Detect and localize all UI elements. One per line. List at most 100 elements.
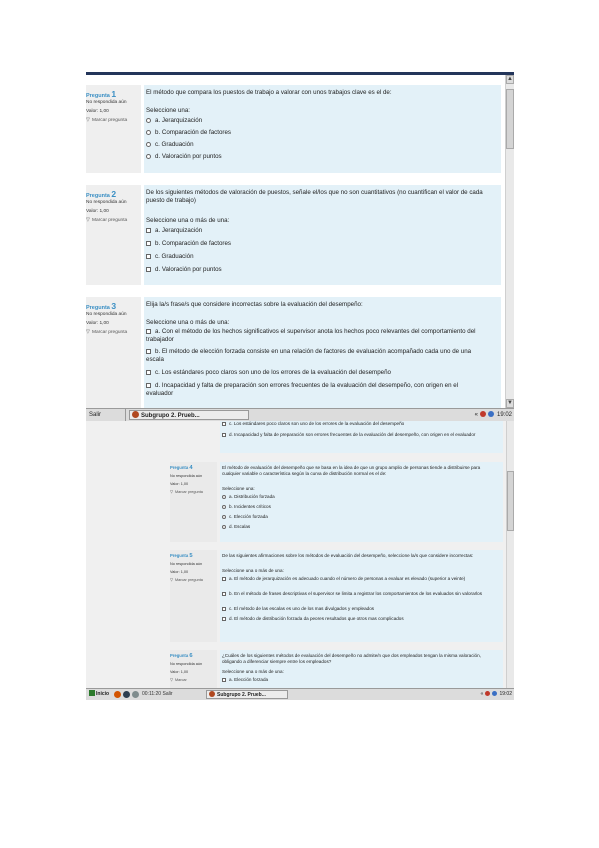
taskbar-app-button[interactable]: Subgrupo 2. Prueb... — [206, 690, 288, 699]
tray-network-icon[interactable] — [488, 411, 495, 417]
radio-button[interactable] — [146, 141, 151, 147]
taskbar-bottom: Inicio 00:11:20 Salir Subgrupo 2. Prueb.… — [86, 688, 514, 700]
clock: 19:02 — [496, 412, 512, 418]
vertical-scrollbar[interactable] — [506, 421, 514, 688]
answer-option-d[interactable]: d. Incapacidad y falta de preparación so… — [222, 432, 494, 438]
question-text: Elija la/s frase/s que considere incorre… — [146, 301, 363, 308]
answer-option-a[interactable]: a. Jerarquización — [146, 227, 486, 235]
question-number: Pregunta 6 — [170, 653, 193, 659]
checkbox[interactable] — [146, 240, 151, 246]
tray-expand-icon[interactable]: « — [481, 691, 484, 697]
answer-option-c[interactable]: c. Los estándares poco claros son uno de… — [222, 421, 494, 427]
question-content: ¿Cuáles de los siguientes métodos de eva… — [220, 650, 503, 688]
tray-app-icon[interactable] — [479, 411, 486, 417]
flag-question-link[interactable]: ▽ Marcar pregunta — [86, 218, 134, 224]
radio-button[interactable] — [146, 153, 151, 159]
taskbar-app-button[interactable]: Subgrupo 2. Prueb... — [129, 410, 249, 420]
windows-logo-icon — [89, 690, 95, 696]
exit-button[interactable]: Salir — [86, 409, 126, 421]
answer-prompt: Seleccione una: — [222, 486, 255, 491]
answer-option-b[interactable]: b. Incidentes críticos — [222, 504, 494, 510]
radio-button[interactable] — [222, 514, 226, 519]
answer-option-b[interactable]: b. Comparación de factores — [146, 240, 486, 248]
answer-option-b[interactable]: b. Comparación de factores — [146, 129, 486, 137]
answer-option-d[interactable]: d. Valoración por puntos — [146, 153, 486, 161]
answer-option-c[interactable]: c. Graduación — [146, 141, 486, 149]
timer-exit[interactable]: 00:11:20 Salir — [142, 690, 172, 699]
checkbox[interactable] — [146, 382, 151, 388]
quicklaunch-desktop-icon[interactable] — [132, 691, 139, 698]
question-text: De las siguientes afirmaciones sobre los… — [222, 553, 474, 558]
checkbox[interactable] — [146, 328, 151, 334]
question-4: Pregunta 4 No respondida aún Valor: 1,00… — [170, 462, 503, 542]
radio-button[interactable] — [222, 504, 226, 509]
checkbox[interactable] — [146, 369, 151, 375]
flag-icon: ▽ — [170, 490, 173, 494]
checkbox[interactable] — [222, 591, 226, 596]
answer-option-c[interactable]: c. Los estándares poco claros son uno de… — [146, 369, 486, 377]
question-grade: Valor: 1,00 — [170, 482, 189, 486]
scroll-up-arrow-icon[interactable]: ▲ — [506, 75, 514, 84]
answer-option-d[interactable]: d. Incapacidad y falta de preparación so… — [146, 382, 486, 398]
question-state: No respondida aún — [86, 100, 127, 105]
answer-option-c[interactable]: c. El método de las escalas es uno de lo… — [222, 606, 494, 612]
browser-icon — [132, 411, 139, 418]
checkbox[interactable] — [222, 421, 226, 426]
checkbox[interactable] — [146, 266, 151, 272]
answer-option-c[interactable]: c. Graduación — [146, 253, 486, 261]
flag-icon: ▽ — [170, 578, 173, 582]
flag-question-link[interactable]: ▽ Marcar pregunta — [170, 578, 210, 583]
answer-option-c[interactable]: c. Elección forzada — [222, 514, 494, 520]
quicklaunch-browser-icon[interactable] — [114, 691, 121, 698]
radio-button[interactable] — [222, 524, 226, 529]
question-info: Pregunta 1 No respondida aún Valor: 1,00… — [86, 85, 141, 173]
question-3-continued: c. Los estándares poco claros son uno de… — [220, 421, 503, 453]
checkbox[interactable] — [146, 253, 151, 259]
question-number: Pregunta 3 — [86, 301, 117, 311]
answer-option-a[interactable]: a. Distribución forzada — [222, 494, 494, 500]
question-1: Pregunta 1 No respondida aún Valor: 1,00… — [86, 85, 501, 173]
question-info: Pregunta 2 No respondida aún Valor: 1,00… — [86, 185, 141, 285]
checkbox[interactable] — [146, 227, 151, 233]
scrollbar-thumb[interactable] — [506, 89, 514, 149]
checkbox[interactable] — [222, 606, 226, 611]
answer-option-d[interactable]: d. Valoración por puntos — [146, 266, 486, 274]
flag-icon: ▽ — [170, 678, 173, 682]
question-content: El método que compara los puestos de tra… — [144, 85, 501, 173]
vertical-scrollbar[interactable]: ▲ ▼ — [505, 75, 514, 408]
radio-button[interactable] — [222, 494, 226, 499]
answer-option-b[interactable]: b. El método de elección forzada consist… — [146, 348, 486, 364]
question-number: Pregunta 2 — [86, 189, 117, 199]
checkbox[interactable] — [146, 348, 151, 354]
checkbox[interactable] — [222, 677, 226, 682]
quicklaunch-app-icon[interactable] — [123, 691, 130, 698]
question-info: Pregunta 4 No respondida aún Valor: 1,00… — [170, 462, 217, 542]
answer-prompt: Seleccione una o más de una: — [146, 217, 230, 224]
scroll-down-arrow-icon[interactable]: ▼ — [506, 399, 514, 408]
flag-question-link[interactable]: ▽ Marcar pregunta — [170, 490, 210, 495]
answer-option-a[interactable]: a. El método de jerarquización es adecua… — [222, 576, 494, 582]
checkbox[interactable] — [222, 576, 226, 581]
answer-option-a[interactable]: a. Jerarquización — [146, 117, 486, 125]
flag-question-link[interactable]: ▽ Marcar — [170, 678, 210, 683]
answer-option-d[interactable]: d. El método de distribución forzada da … — [222, 616, 494, 622]
answer-option-a[interactable]: a. Elección forzada — [222, 677, 494, 683]
question-5: Pregunta 5 No respondida aún Valor: 1,00… — [170, 550, 503, 642]
answer-option-a[interactable]: a. Con el método de los hechos significa… — [146, 328, 486, 344]
tray-network-icon[interactable] — [492, 691, 498, 696]
scrollbar-thumb[interactable] — [507, 471, 514, 531]
checkbox[interactable] — [222, 432, 226, 437]
start-button[interactable]: Inicio — [87, 690, 111, 699]
radio-button[interactable] — [146, 129, 151, 135]
flag-question-link[interactable]: ▽ Marcar pregunta — [86, 330, 134, 336]
tray-app-icon[interactable] — [484, 691, 490, 696]
tray-expand-icon[interactable]: « — [475, 412, 478, 418]
checkbox[interactable] — [222, 616, 226, 621]
answer-option-b[interactable]: b. En el método de frases descriptivas e… — [222, 591, 494, 597]
radio-button[interactable] — [146, 117, 151, 123]
question-number: Pregunta 1 — [86, 89, 117, 99]
answer-option-d[interactable]: d. Escalas — [222, 524, 494, 530]
flag-question-link[interactable]: ▽ Marcar pregunta — [86, 118, 134, 124]
question-text: ¿Cuáles de los siguientes métodos de eva… — [222, 653, 481, 665]
flag-icon: ▽ — [86, 118, 90, 123]
